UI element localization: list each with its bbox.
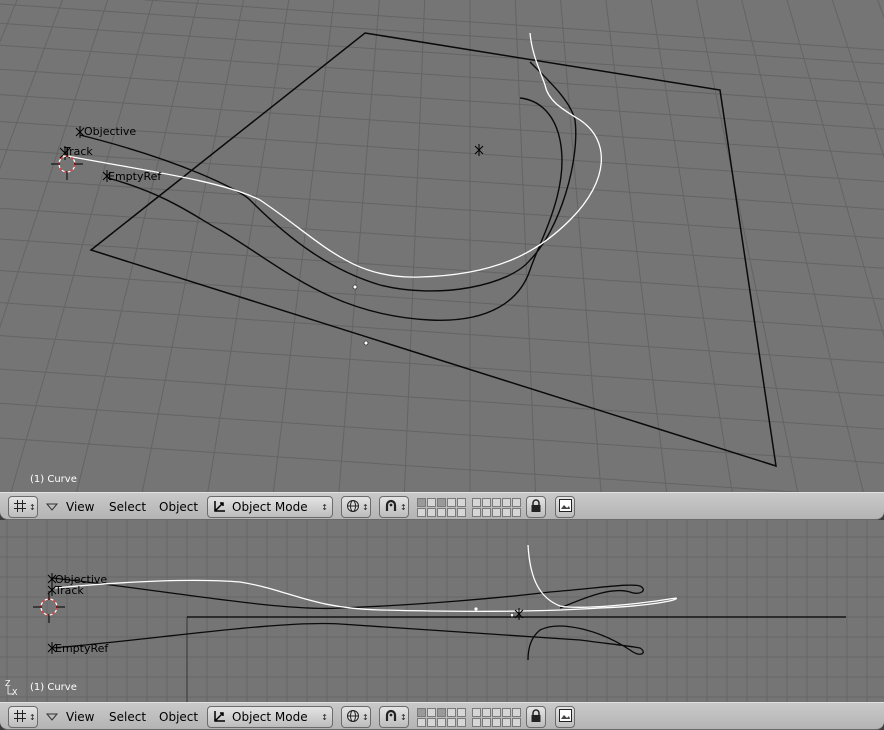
emptyref-label: EmptyRef [108,170,162,183]
selected-curve-path[interactable] [61,32,602,278]
grid-editor-icon [13,709,27,726]
layer-buttons-2[interactable] [472,496,521,518]
solid-sphere-icon [346,709,360,726]
menu-collapse-arrow-icon[interactable] [46,706,58,728]
perspective-grid [0,0,884,492]
solid-sphere-icon [346,499,360,516]
updown-arrow-icon: ↕ [362,712,369,722]
image-icon [559,499,572,515]
lock-layer-button[interactable] [526,706,546,728]
view-menu[interactable]: View [66,496,94,518]
objective-label: Objective [84,125,136,138]
render-view-button[interactable] [555,496,575,518]
draw-type-button[interactable]: ↕ [341,496,371,518]
bottom-scene-canvas[interactable]: Objective Track EmptyRef Z X [0,520,884,702]
editor-type-button[interactable]: ↕ [8,496,38,518]
magnet-icon [384,709,398,726]
pivot-button[interactable]: ↕ [379,496,409,518]
updown-arrow-icon: ↕ [400,502,407,512]
active-object-info: (1) Curve [30,474,77,485]
updown-arrow-icon: ↕ [400,712,407,722]
top-scene-canvas[interactable]: Objective Track EmptyRef [0,0,884,492]
plane-center-point[interactable] [509,612,515,618]
axis-z-label: Z [5,679,11,688]
axis-x-label: X [12,688,18,697]
bottom-3d-viewport[interactable]: Objective Track EmptyRef Z X (1) Curve [0,520,884,702]
layer-buttons-1[interactable] [417,496,466,518]
updown-arrow-icon: ↕ [29,712,36,722]
object-menu[interactable]: Object [159,706,198,728]
layer-buttons-2[interactable] [472,706,521,728]
draw-type-button[interactable]: ↕ [341,706,371,728]
layer-buttons-1[interactable] [417,706,466,728]
lock-icon [530,708,542,726]
plane-center-point[interactable] [363,340,369,346]
top-3d-viewport[interactable]: Objective Track EmptyRef (1) Curve [0,0,884,492]
curve-path-2[interactable] [51,622,644,661]
select-menu[interactable]: Select [109,496,146,518]
active-object-info: (1) Curve [30,682,77,693]
updown-arrow-icon: ↕ [321,502,328,512]
curve-path-2[interactable] [107,97,563,321]
track-label: Track [63,145,93,158]
bottom-viewport-header: ↕ View Select Object Object Mode ↕ ↕ ↕ [0,702,884,730]
object-mode-icon [212,499,228,516]
pivot-button[interactable]: ↕ [379,706,409,728]
plane-outline[interactable] [89,32,777,468]
mode-select-label: Object Mode [232,500,308,514]
empty-object-marker[interactable] [514,608,524,620]
emptyref-label: EmptyRef [55,642,109,655]
grid-editor-icon [13,499,27,516]
mode-select[interactable]: Object Mode ↕ [207,706,333,728]
object-menu[interactable]: Object [159,496,198,518]
mode-select-label: Object Mode [232,710,308,724]
render-view-button[interactable] [555,706,575,728]
lock-layer-button[interactable] [526,496,546,518]
image-icon [559,709,572,725]
updown-arrow-icon: ↕ [321,712,328,722]
curve-control-point[interactable] [352,284,358,290]
top-viewport-header: ↕ View Select Object Object Mode ↕ ↕ ↕ [0,492,884,520]
menu-collapse-arrow-icon[interactable] [46,496,58,518]
updown-arrow-icon: ↕ [362,502,369,512]
updown-arrow-icon: ↕ [29,502,36,512]
mode-select[interactable]: Object Mode ↕ [207,496,333,518]
editor-type-button[interactable]: ↕ [8,706,38,728]
view-menu[interactable]: View [66,706,94,728]
select-menu[interactable]: Select [109,706,146,728]
selected-curve-path[interactable] [54,544,677,612]
magnet-icon [384,499,398,516]
lock-icon [530,498,542,516]
curve-control-point[interactable] [474,607,478,611]
track-label: Track [54,584,84,597]
object-mode-icon [212,709,228,726]
